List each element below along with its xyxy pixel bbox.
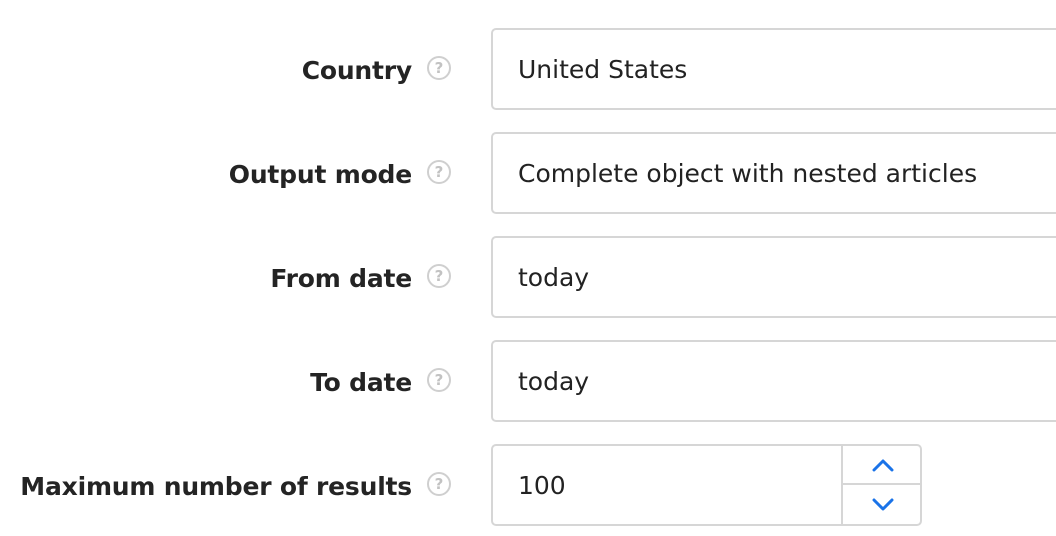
question-circle-icon[interactable]: ?	[427, 56, 451, 80]
from-date-input[interactable]: today	[491, 236, 1056, 318]
question-circle-icon[interactable]: ?	[427, 160, 451, 184]
number-stepper	[841, 446, 922, 524]
country-row: Country ? United States	[0, 28, 1056, 112]
chevron-up-icon	[872, 459, 893, 471]
from-date-label-wrap: From date	[270, 236, 412, 320]
output-mode-label: Output mode	[228, 159, 412, 189]
max-results-value[interactable]: 100	[518, 446, 566, 524]
decrement-button[interactable]	[843, 485, 922, 524]
max-results-label: Maximum number of results	[20, 471, 412, 501]
country-select[interactable]: United States	[491, 28, 1056, 110]
to-date-label-wrap: To date	[310, 340, 412, 424]
output-mode-select[interactable]: Complete object with nested articles	[491, 132, 1056, 214]
to-date-label: To date	[310, 367, 412, 397]
country-label-wrap: Country	[302, 28, 412, 112]
country-label: Country	[301, 55, 412, 85]
from-date-row: From date ? today	[0, 236, 1056, 320]
increment-button[interactable]	[843, 446, 922, 485]
to-date-input[interactable]: today	[491, 340, 1056, 422]
max-results-label-wrap: Maximum number of results	[20, 444, 412, 528]
max-results-number-input[interactable]: 100	[491, 444, 922, 526]
output-mode-label-wrap: Output mode	[229, 132, 412, 216]
max-results-row: Maximum number of results ? 100	[0, 444, 1056, 528]
question-circle-icon[interactable]: ?	[427, 264, 451, 288]
question-circle-icon[interactable]: ?	[427, 368, 451, 392]
chevron-down-icon	[872, 498, 893, 510]
question-circle-icon[interactable]: ?	[427, 472, 451, 496]
from-date-label: From date	[270, 263, 412, 293]
output-mode-row: Output mode ? Complete object with neste…	[0, 132, 1056, 216]
settings-form: Country ? United States Output mode ? Co…	[0, 0, 1056, 536]
to-date-row: To date ? today	[0, 340, 1056, 424]
